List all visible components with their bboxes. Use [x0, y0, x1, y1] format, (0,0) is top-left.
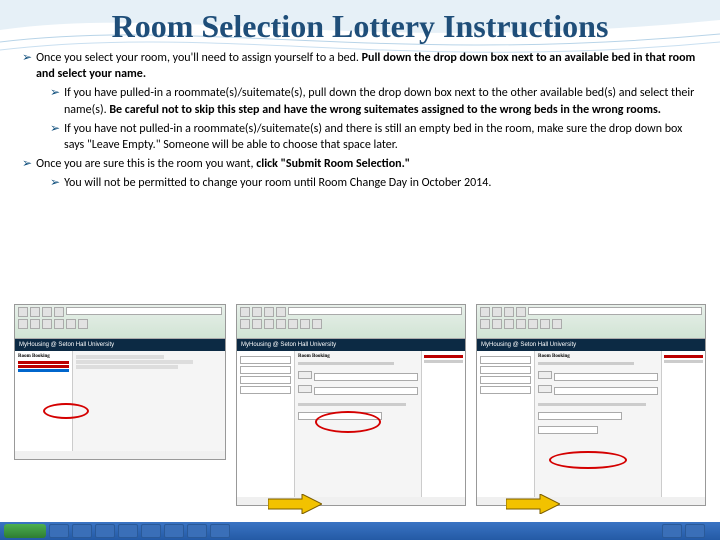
screenshot-2: MyHousing @ Seton Hall University Room B…	[236, 304, 466, 506]
taskbar-item[interactable]	[95, 524, 115, 538]
page-title: Room Selection Lottery Instructions	[0, 0, 720, 49]
app-banner: MyHousing @ Seton Hall University	[15, 339, 225, 351]
pane-heading: Room Booking	[298, 354, 418, 359]
main-pane	[73, 351, 225, 451]
arrow-annotation	[268, 494, 322, 514]
windows-taskbar	[0, 522, 720, 540]
screenshot-3: MyHousing @ Seton Hall University Room B…	[476, 304, 706, 506]
tray-item[interactable]	[685, 524, 705, 538]
bullet-1: ➢Once you select your room, you'll need …	[22, 49, 698, 82]
screenshot-row: MyHousing @ Seton Hall University Room B…	[0, 286, 720, 516]
taskbar-item[interactable]	[72, 524, 92, 538]
sidebar	[237, 351, 295, 497]
sidebar-heading: Room Booking	[18, 354, 69, 359]
taskbar-item[interactable]	[49, 524, 69, 538]
bullet-1b: ➢If you have not pulled-in a roommate(s)…	[50, 120, 698, 153]
browser-chrome	[15, 305, 225, 339]
bullet-1a-bold: Be careful not to skip this step and hav…	[109, 103, 661, 117]
bullet-1b-text: If you have not pulled-in a roommate(s)/…	[64, 122, 682, 152]
highlight-circle	[315, 411, 381, 433]
bullet-1a: ➢If you have pulled-in a roommate(s)/sui…	[50, 84, 698, 117]
taskbar-item[interactable]	[118, 524, 138, 538]
bullet-2a-text: You will not be permitted to change your…	[64, 176, 491, 190]
bullet-1-text: Once you select your room, you'll need t…	[36, 51, 362, 65]
bullet-2-text: Once you are sure this is the room you w…	[36, 157, 256, 171]
sidebar: Room Booking	[15, 351, 73, 451]
highlight-circle	[43, 403, 89, 419]
taskbar-item[interactable]	[164, 524, 184, 538]
app-banner: MyHousing @ Seton Hall University	[477, 339, 705, 351]
bullet-2a: ➢You will not be permitted to change you…	[50, 174, 698, 191]
instruction-body: ➢Once you select your room, you'll need …	[0, 49, 720, 192]
app-banner: MyHousing @ Seton Hall University	[237, 339, 465, 351]
sidebar	[477, 351, 535, 497]
tray-item[interactable]	[662, 524, 682, 538]
start-button[interactable]	[4, 524, 46, 538]
bullet-2: ➢Once you are sure this is the room you …	[22, 155, 698, 172]
taskbar-item[interactable]	[187, 524, 207, 538]
pane-heading: Room Booking	[538, 354, 658, 359]
screenshot-1: MyHousing @ Seton Hall University Room B…	[14, 304, 226, 460]
taskbar-item[interactable]	[210, 524, 230, 538]
browser-chrome	[237, 305, 465, 339]
bullet-2-bold: click "Submit Room Selection."	[256, 157, 410, 171]
main-pane: Room Booking	[535, 351, 661, 497]
browser-chrome	[477, 305, 705, 339]
highlight-circle	[549, 451, 627, 469]
taskbar-item[interactable]	[141, 524, 161, 538]
arrow-annotation	[506, 494, 560, 514]
